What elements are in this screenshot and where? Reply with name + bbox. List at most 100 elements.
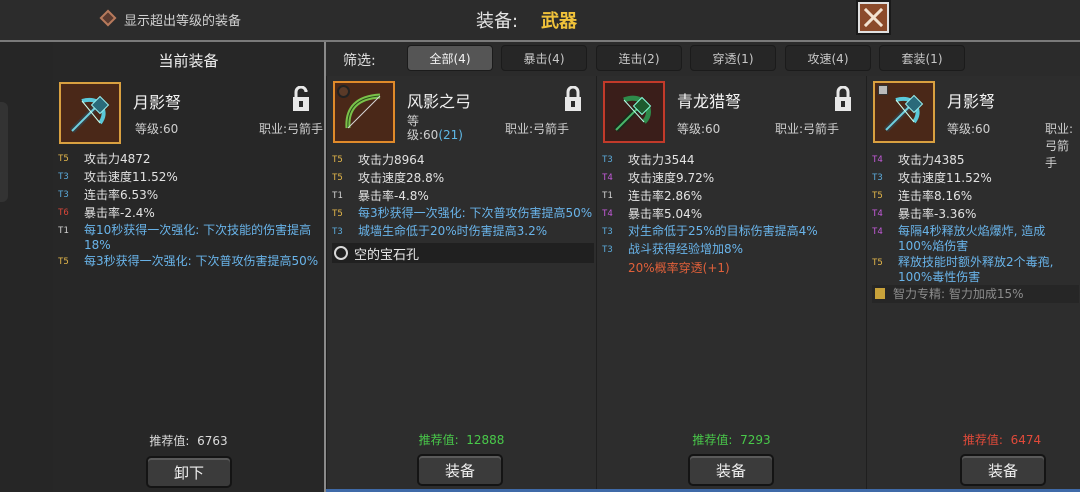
stat-row: T5 释放技能时额外释放2个毒孢, 100%毒性伤害 (872, 254, 1079, 285)
left-side-strip (0, 42, 53, 492)
stat-text: 连击率2.86% (628, 189, 703, 203)
stat-row: T5 攻击力8964 (332, 151, 594, 169)
close-button[interactable] (856, 0, 891, 35)
locked-padlock-icon[interactable] (833, 86, 853, 112)
item-name: 月影弩 (947, 92, 996, 111)
stat-text: 攻击速度9.72% (628, 171, 715, 185)
crossbow-icon (883, 94, 924, 133)
unequip-button[interactable]: 卸下 (146, 456, 232, 488)
tier-badge: T6 (58, 208, 69, 218)
stat-row: T6 暴击率-2.4% (58, 204, 320, 222)
item-name: 月影弩 (133, 93, 182, 112)
tab-set[interactable]: 套装(1) (879, 45, 965, 71)
stat-text: 战斗获得经验增加8% (628, 242, 744, 256)
item-level-extra: (21) (438, 128, 463, 142)
bow-icon (345, 93, 381, 129)
stat-text: 攻击力3544 (628, 153, 695, 167)
item-level: 级:60(21) (407, 126, 463, 143)
tier-badge: T4 (872, 155, 883, 165)
equipment-title-label: 装备: (476, 11, 519, 32)
recommend-score: 推荐值: 6474 (867, 431, 1080, 448)
stat-text: 每隔4秒释放火焰爆炸, 造成100%焰伤害 (898, 224, 1046, 253)
stat-text: 攻击力4385 (898, 153, 965, 167)
tier-badge: T3 (58, 172, 69, 182)
stat-text: 暴击率-2.4% (84, 206, 155, 220)
stat-text: 每10秒获得一次强化: 下次技能的伤害提高18% (84, 223, 312, 252)
tab-combo[interactable]: 连击(2) (596, 45, 682, 71)
stat-text: 暴击率-4.8% (358, 189, 429, 203)
show-overlevel-label[interactable]: 显示超出等级的装备 (124, 10, 241, 29)
stat-text: 每3秒获得一次强化: 下次普攻伤害提高50% (358, 206, 593, 220)
recommend-value: 7293 (740, 433, 771, 447)
stat-text: 每3秒获得一次强化: 下次普攻伤害提高50% (84, 254, 319, 268)
stat-text: 连击率6.53% (84, 188, 159, 202)
stat-row: T1 暴击率-4.8% (332, 187, 594, 205)
close-x-icon (864, 8, 883, 27)
tier-badge: T5 (58, 257, 69, 267)
tier-badge: T4 (872, 227, 883, 237)
item-card[interactable]: 月影弩 等级:60 职业:弓箭手 T4 攻击力4385 T3 攻击速度11.52% … (866, 76, 1080, 492)
tier-badge: T1 (58, 226, 69, 236)
unlocked-padlock-icon[interactable] (291, 86, 311, 112)
socket-ring-icon (334, 246, 348, 260)
item-class: 职业:弓箭手 (259, 122, 324, 136)
item-level: 等级:60 (135, 122, 179, 136)
stat-list: T5 攻击力4872 T3 攻击速度11.52% T3 连击率6.53% T6 暴击率-… (58, 150, 320, 271)
tier-badge: T4 (602, 173, 613, 183)
top-bar: 显示超出等级的装备 装备: 武器 (0, 0, 1080, 42)
tier-badge: T4 (602, 209, 613, 219)
recommend-score: 推荐值: 12888 (327, 431, 596, 448)
stat-text: 连击率8.16% (898, 189, 973, 203)
stat-row: T3 攻击速度11.52% (58, 168, 320, 186)
empty-gem-socket[interactable]: 空的宝石孔 (332, 243, 594, 263)
recommend-value: 6474 (1010, 433, 1042, 447)
tab-pierce[interactable]: 穿透(1) (690, 45, 776, 71)
tab-crit[interactable]: 暴击(4) (501, 45, 587, 71)
tier-badge: T5 (872, 258, 883, 268)
tier-badge: T3 (602, 155, 613, 165)
recommend-label: 推荐值: (692, 433, 733, 447)
tier-badge: T1 (602, 191, 613, 201)
equip-button[interactable]: 装备 (417, 454, 503, 486)
item-name: 青龙猎弩 (677, 92, 742, 111)
stat-text: 暴击率5.04% (628, 207, 703, 221)
tab-all[interactable]: 全部(4) (407, 45, 493, 71)
tier-badge: T5 (332, 155, 343, 165)
recommend-value: 12888 (466, 433, 505, 447)
item-card[interactable]: 青龙猎弩 等级:60 职业:弓箭手 T3 攻击力3544 T4 攻击速度9.72% … (596, 76, 866, 492)
stat-row: T1 每10秒获得一次强化: 下次技能的伤害提高18% (58, 222, 320, 253)
stat-row: T4 攻击力4385 (872, 151, 1079, 169)
stat-row: T4 攻击速度9.72% (602, 169, 864, 187)
stat-list: T5 攻击力8964 T5 攻击速度28.8% T1 暴击率-4.8% T5 每3秒获得… (332, 151, 594, 263)
tier-badge: T3 (602, 245, 613, 255)
stat-text: 暴击率-3.36% (898, 207, 977, 221)
side-handle[interactable] (0, 102, 8, 202)
item-icon-frame (873, 81, 935, 143)
stat-row: 20%概率穿透(+1) (602, 259, 864, 277)
current-equipment-panel: 当前装备 月影弩 等级:60 职业:弓箭手 T5 攻击力4872 T3 攻击速度11… (53, 42, 324, 492)
stat-row: T3 城墙生命低于20%时伤害提高3.2% (332, 223, 594, 241)
item-icon-frame (333, 81, 395, 143)
show-overlevel-toggle[interactable] (99, 9, 117, 27)
tier-badge: T3 (332, 227, 343, 237)
tab-attack-speed[interactable]: 攻速(4) (785, 45, 871, 71)
stat-row: T3 攻击速度11.52% (872, 169, 1079, 187)
locked-padlock-icon[interactable] (563, 86, 583, 112)
stat-list: T4 攻击力4385 T3 攻击速度11.52% T5 连击率8.16% T4 暴击率-… (872, 151, 1079, 303)
item-level-value: 级:60 (407, 128, 439, 142)
item-card[interactable]: 风影之弓 等 级:60(21) 职业:弓箭手 T5 攻击力8964 T5 攻击速度2… (326, 76, 596, 492)
tier-badge: T5 (332, 209, 343, 219)
diamond-checkbox-icon (99, 9, 117, 27)
recommend-score: 推荐值: 7293 (597, 431, 866, 448)
stat-row: T5 攻击速度28.8% (332, 169, 594, 187)
stat-text: 攻击速度28.8% (358, 171, 445, 185)
equip-button[interactable]: 装备 (960, 454, 1046, 486)
item-icon-frame (59, 82, 121, 144)
stat-row: T3 对生命低于25%的目标伤害提高4% (602, 223, 864, 241)
stat-row: T4 每隔4秒释放火焰爆炸, 造成100%焰伤害 (872, 223, 1079, 254)
special-effect-text: 20%概率穿透(+1) (628, 261, 730, 275)
stat-text: 攻击力8964 (358, 153, 425, 167)
equip-button[interactable]: 装备 (688, 454, 774, 486)
stat-text: 攻击力4872 (84, 152, 151, 166)
set-bonus-row: 智力专精: 智力加成15% (872, 285, 1079, 303)
